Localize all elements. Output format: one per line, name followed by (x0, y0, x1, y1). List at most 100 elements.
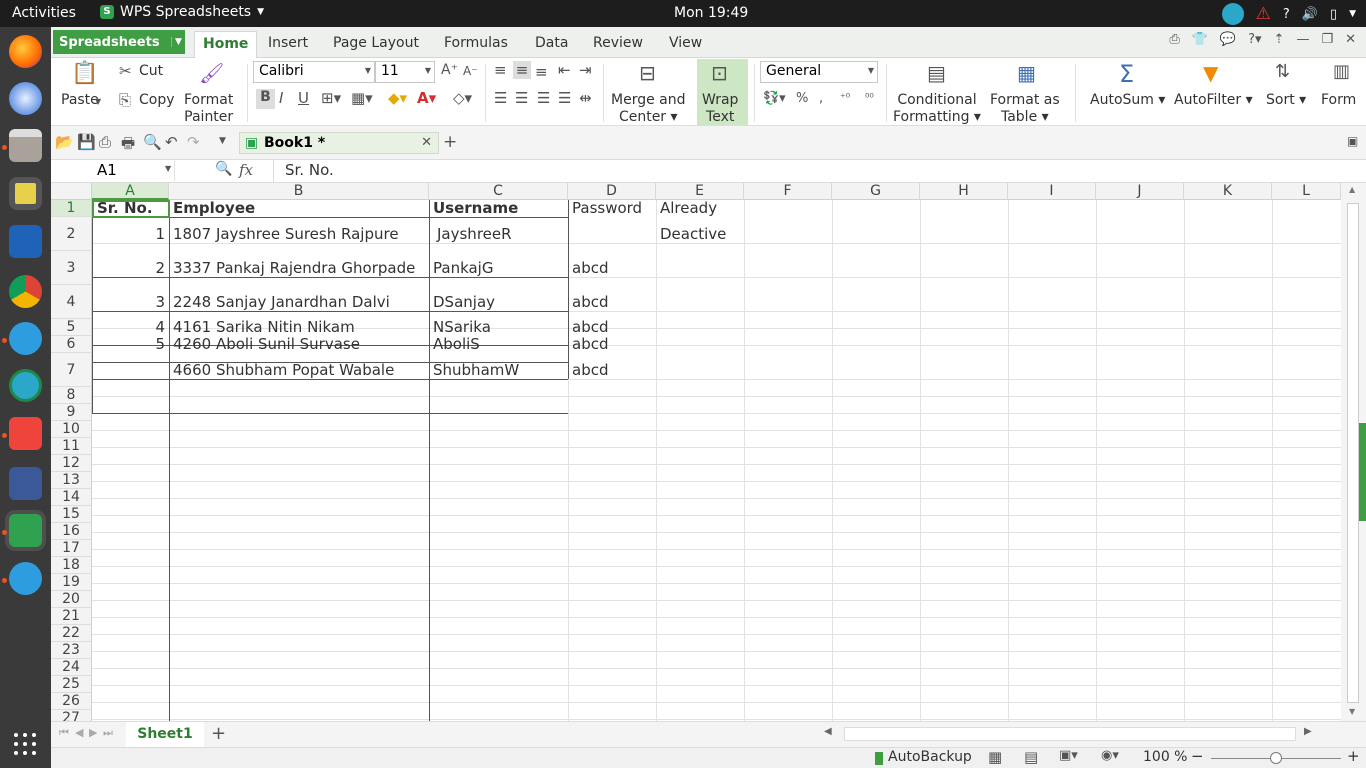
print-icon[interactable]: 🖶 (121, 133, 135, 158)
close-icon[interactable]: ✕ (1345, 32, 1356, 47)
comma-icon[interactable]: , (819, 91, 823, 106)
name-box[interactable]: A1 (53, 161, 175, 181)
reading-mode-icon[interactable]: ◉▾ (1101, 748, 1119, 763)
column-header[interactable]: D (568, 183, 656, 200)
close-icon[interactable]: ✕ (421, 135, 432, 150)
distributed-icon[interactable]: ⇹ (579, 89, 592, 107)
first-sheet-icon[interactable]: ⏮ (59, 726, 69, 740)
font-color-icon[interactable]: A▾ (417, 89, 436, 107)
row-header[interactable]: 12 (51, 455, 92, 472)
format-button[interactable]: Form (1321, 92, 1356, 109)
layout-icon[interactable]: ▣▾ (1059, 748, 1078, 763)
help-icon[interactable]: ? (1283, 7, 1290, 22)
align-left-icon[interactable]: ☰ (494, 89, 507, 107)
new-tab-icon[interactable]: + (443, 132, 457, 152)
table-cell[interactable]: abcd (569, 353, 655, 387)
currency-icon[interactable]: 💱▾ (763, 91, 786, 106)
paste-button[interactable]: Paste (61, 92, 99, 109)
row-header[interactable]: 2 (51, 217, 92, 251)
format-as-table-button[interactable]: Format as Table ▾ (990, 92, 1060, 126)
merge-center-button[interactable]: Merge and Center ▾ (611, 92, 686, 126)
zoom-slider-thumb[interactable] (1270, 752, 1282, 764)
horizontal-scrollbar[interactable]: ◀ ▶ (816, 726, 1316, 742)
chevron-down-icon[interactable]: ▼ (165, 164, 171, 173)
tab-formulas[interactable]: Formulas (436, 31, 516, 58)
row-header[interactable]: 25 (51, 676, 92, 693)
row-header[interactable]: 3 (51, 251, 92, 285)
prev-sheet-icon[interactable]: ◀ (75, 726, 83, 739)
align-center-icon[interactable]: ☰ (515, 89, 528, 107)
column-header[interactable]: J (1096, 183, 1184, 200)
table-cell[interactable]: abcd (569, 285, 655, 319)
tab-review[interactable]: Review (585, 31, 651, 58)
remote-desktop-icon[interactable] (9, 467, 42, 500)
chevron-down-icon[interactable]: ▼ (171, 37, 185, 47)
decrease-decimal-icon[interactable]: ⁰⁰ (865, 91, 874, 104)
zoom-out-icon[interactable]: − (1191, 747, 1204, 765)
column-header[interactable]: F (744, 183, 832, 200)
number-format-select[interactable]: General ▼ (760, 61, 878, 83)
firefox-icon[interactable] (9, 35, 42, 68)
table-cell[interactable]: 3 (93, 285, 168, 319)
next-sheet-icon[interactable]: ▶ (89, 726, 97, 739)
row-header[interactable]: 16 (51, 523, 92, 540)
align-right-icon[interactable]: ☰ (537, 89, 550, 107)
undo-icon[interactable]: ↶ (165, 133, 178, 151)
scroll-up-icon[interactable]: ▲ (1349, 185, 1355, 194)
format-painter-button[interactable]: Format Painter (184, 92, 233, 126)
column-header[interactable]: C (429, 183, 568, 200)
row-header[interactable]: 5 (51, 319, 92, 336)
row-header[interactable]: 9 (51, 404, 92, 421)
tab-insert[interactable]: Insert (260, 31, 316, 58)
table-header-cell[interactable]: Employee (170, 200, 428, 217)
vertical-scrollbar[interactable]: ▲ ▼ (1341, 183, 1366, 721)
table-cell[interactable]: 4260 Aboli Sunil Survase (170, 336, 428, 353)
table-header-cell[interactable]: Username (430, 200, 567, 217)
column-header[interactable]: K (1184, 183, 1272, 200)
align-top-icon[interactable]: ≡ (494, 61, 507, 79)
normal-view-icon[interactable]: ▦ (988, 748, 1002, 766)
comment-icon[interactable]: 💬 (1220, 32, 1236, 47)
row-header[interactable]: 21 (51, 608, 92, 625)
table-cell[interactable]: 1807 Jayshree Suresh Rajpure (170, 217, 428, 251)
side-panel-handle[interactable] (1359, 423, 1366, 521)
show-apps-icon[interactable] (14, 733, 36, 755)
column-header[interactable]: A (92, 183, 169, 200)
row-header[interactable]: 1 (51, 200, 92, 217)
panel-icon[interactable]: ▣ (1347, 134, 1358, 148)
table-cell[interactable]: JayshreeR (434, 217, 567, 251)
bold-icon[interactable]: B (256, 89, 275, 109)
restore-icon[interactable]: ❐ (1321, 32, 1333, 47)
cut-button[interactable]: Cut (139, 63, 163, 80)
anydesk-icon[interactable] (9, 417, 42, 450)
font-size-select[interactable]: 11 ▼ (375, 61, 435, 83)
redo-icon[interactable]: ↷ (187, 133, 200, 151)
phone-icon[interactable] (9, 322, 42, 355)
shirt-icon[interactable]: 👕 (1192, 32, 1208, 47)
row-header[interactable]: 6 (51, 336, 92, 353)
row-header[interactable]: 19 (51, 574, 92, 591)
spreadsheet-grid[interactable]: A B C D E F G H I J K L 1 2 3 4 5 6 7 8 … (51, 183, 1341, 721)
minimize-icon[interactable]: — (1296, 32, 1309, 47)
activities-button[interactable]: Activities (12, 5, 76, 21)
chevron-down-icon[interactable]: ▼ (95, 97, 101, 106)
sort-button[interactable]: Sort ▾ (1266, 92, 1306, 109)
table-cell[interactable]: 4660 Shubham Popat Wabale (170, 353, 428, 387)
table-cell[interactable]: PankajG (430, 251, 567, 285)
files-icon[interactable] (9, 129, 42, 162)
export-pdf-icon[interactable]: ⎙ (99, 133, 111, 151)
align-middle-icon[interactable]: ≡ (513, 61, 531, 79)
table-cell[interactable]: 4161 Sarika Nitin Nikam (170, 319, 428, 336)
battery-icon[interactable]: ▯ (1330, 7, 1337, 22)
clock[interactable]: Mon 19:49 (674, 5, 748, 21)
formula-input[interactable]: Sr. No. (285, 161, 334, 179)
font-name-select[interactable]: Calibri ▼ (253, 61, 375, 83)
scroll-down-icon[interactable]: ▼ (1349, 707, 1355, 716)
fill-color-icon[interactable]: ◆▾ (388, 89, 407, 107)
scroll-thumb[interactable] (1347, 203, 1359, 703)
row-header[interactable]: 7 (51, 353, 92, 387)
column-header[interactable]: B (169, 183, 429, 200)
percent-icon[interactable]: % (796, 91, 808, 106)
row-header[interactable]: 15 (51, 506, 92, 523)
scroll-thumb[interactable] (844, 727, 1296, 741)
